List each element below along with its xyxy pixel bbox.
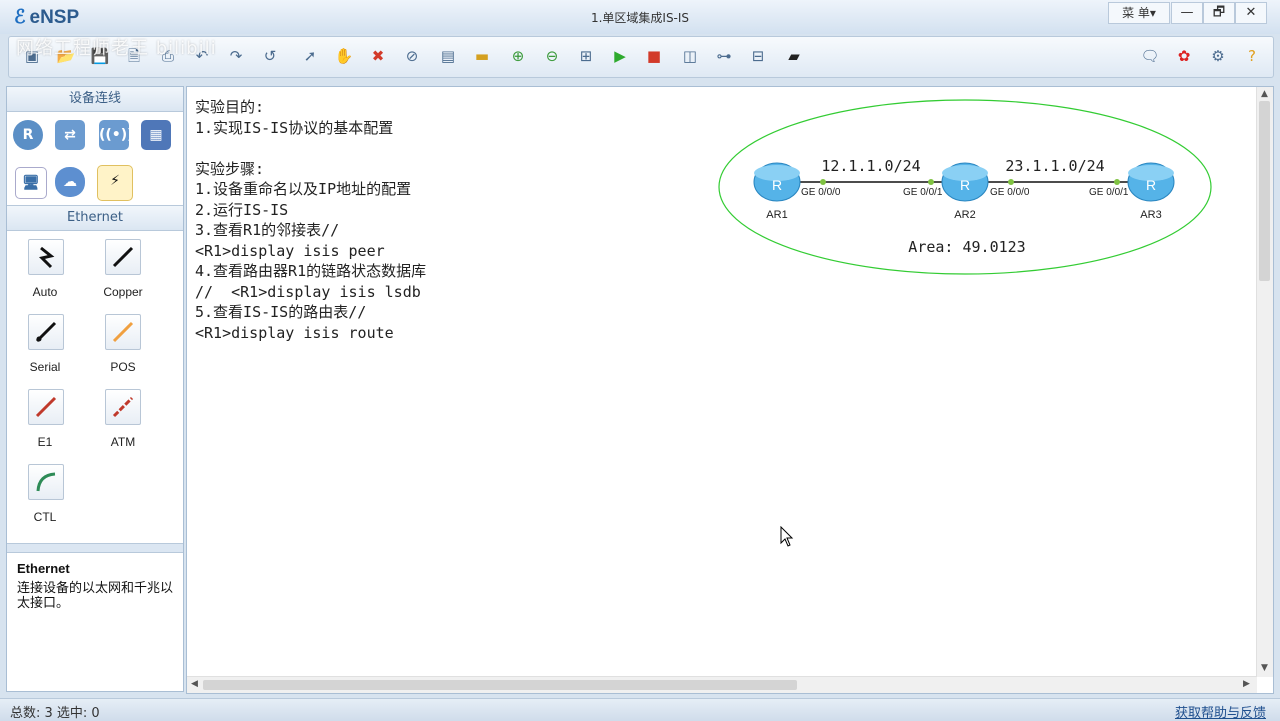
zoom-in-icon[interactable]: ⊕	[507, 45, 529, 67]
mouse-cursor-icon	[780, 526, 794, 547]
rectangle-icon[interactable]: ▬	[471, 45, 493, 67]
copper-cable-glyph	[112, 246, 134, 268]
ctl-cable-icon[interactable]	[28, 464, 64, 500]
text-icon[interactable]: ▤	[437, 45, 459, 67]
atm-cable-icon[interactable]	[105, 389, 141, 425]
copper-cable-icon[interactable]	[105, 239, 141, 275]
router-label-ar3: AR3	[1140, 209, 1161, 221]
menu-button[interactable]: 菜 单▾	[1108, 2, 1170, 24]
ethernet-header: Ethernet	[7, 205, 183, 231]
router-ar3[interactable]: R	[1127, 162, 1175, 202]
auto-cable-glyph	[39, 246, 55, 269]
delete-link-icon[interactable]: ⊘	[401, 45, 423, 67]
help-feedback-link[interactable]: 获取帮助与反馈	[1175, 702, 1266, 721]
e1-cable-glyph	[35, 396, 57, 418]
router-label-ar1: AR1	[766, 209, 787, 221]
subnet-label-2: 23.1.1.0/24	[1005, 157, 1104, 175]
topology-diagram: R R R AR1 AR2 AR3 12.1.1.0/24 23.1.1.0/2…	[718, 99, 1212, 275]
window-title: 1.单区域集成IS-IS	[590, 11, 690, 25]
grid-icon[interactable]: ⊟	[747, 45, 769, 67]
router-icon[interactable]: R	[13, 120, 43, 150]
pan-icon[interactable]: ✋	[333, 45, 355, 67]
scroll-up-icon[interactable]: ▲	[1261, 89, 1268, 99]
switch-icon[interactable]: ⇄	[55, 120, 85, 150]
port-dot	[820, 179, 826, 185]
help-icon[interactable]: ?	[1241, 45, 1263, 67]
settings-icon[interactable]: ⚙	[1207, 45, 1229, 67]
router-label-ar2: AR2	[954, 209, 975, 221]
topology-canvas[interactable]: 实验目的: 1.实现IS-IS协议的基本配置 实验步骤: 1.设备重命名以及IP地址…	[186, 86, 1274, 694]
redo-icon[interactable]: ↷	[225, 45, 247, 67]
scroll-left-icon[interactable]: ◀	[191, 679, 198, 689]
title-bar: ℰeNSP 1.单区域集成IS-IS 菜 单▾ — 🗗 ✕	[0, 0, 1280, 34]
firewall-icon[interactable]: ▦	[141, 120, 171, 150]
port-dot	[1114, 179, 1120, 185]
chat-icon[interactable]: 🗨	[1139, 45, 1161, 67]
port-label: GE 0/0/0	[990, 187, 1030, 198]
cable-label-atm: ATM	[110, 435, 136, 449]
port-dot	[928, 179, 934, 185]
cable-label-e1: E1	[37, 435, 53, 449]
scroll-down-icon[interactable]: ▼	[1261, 663, 1268, 673]
router-ar2[interactable]: R	[941, 162, 989, 202]
pos-cable-glyph	[112, 321, 134, 343]
port-label: GE 0/0/1	[903, 187, 943, 198]
pc-icon[interactable]: 🖥	[15, 167, 47, 199]
port-label: GE 0/0/0	[801, 187, 841, 198]
vertical-scrollbar[interactable]: ▲ ▼	[1256, 87, 1273, 677]
zoom-out-icon[interactable]: ⊖	[541, 45, 563, 67]
devices-header: 设备连线	[7, 87, 183, 112]
serial-cable-icon[interactable]	[28, 314, 64, 350]
atm-cable-glyph	[112, 396, 134, 418]
port-label: GE 0/0/1	[1089, 187, 1129, 198]
cable-label-auto: Auto	[32, 285, 58, 299]
auto-cable-icon[interactable]	[28, 239, 64, 275]
area-label: Area: 49.0123	[908, 238, 1025, 256]
scroll-right-icon[interactable]: ▶	[1243, 679, 1250, 689]
vertical-scroll-thumb[interactable]	[1259, 101, 1270, 281]
fit-icon[interactable]: ⊞	[575, 45, 597, 67]
serial-cable-glyph	[35, 321, 57, 343]
e1-cable-icon[interactable]	[28, 389, 64, 425]
stop-icon[interactable]: ■	[643, 45, 665, 67]
close-button[interactable]: ✕	[1235, 2, 1267, 24]
cable-label-ctl: CTL	[33, 510, 57, 524]
terminal-icon[interactable]: ▰	[783, 45, 805, 67]
cable-icon[interactable]: ⚡	[97, 165, 133, 201]
pos-cable-icon[interactable]	[105, 314, 141, 350]
wireless-icon[interactable]: ((•))	[99, 120, 134, 150]
capture-icon[interactable]: ◫	[679, 45, 701, 67]
subnet-label-1: 12.1.1.0/24	[821, 157, 920, 175]
left-panel: 设备连线 R ⇄ ((•)) ▦ 🖥 ☁ ⚡ Ethernet Auto Cop…	[6, 86, 184, 692]
router-glyph: R	[960, 177, 970, 193]
router-glyph: R	[1146, 177, 1156, 193]
router-glyph: R	[772, 177, 782, 193]
restore-button[interactable]: 🗗	[1203, 2, 1235, 24]
cable-label-serial: Serial	[29, 360, 61, 374]
start-icon[interactable]: ▶	[609, 45, 631, 67]
minimize-button[interactable]: —	[1171, 2, 1203, 24]
cable-label-pos: POS	[110, 360, 136, 374]
select-icon[interactable]: ➚	[299, 45, 321, 67]
description-title: Ethernet	[17, 561, 70, 576]
watermark: 网络工程师老王 bilibili	[16, 38, 217, 59]
status-counts: 总数: 3 选中: 0	[10, 706, 100, 721]
port-dot	[1008, 179, 1014, 185]
router-ar1[interactable]: R	[753, 162, 801, 202]
cloud-icon[interactable]: ☁	[55, 167, 85, 197]
description-text: 连接设备的以太网和千兆以太接口。	[17, 581, 174, 611]
panel-splitter[interactable]	[7, 543, 183, 553]
cable-label-copper: Copper	[103, 285, 143, 299]
undo-step-icon[interactable]: ↺	[259, 45, 281, 67]
delete-icon[interactable]: ✖	[367, 45, 389, 67]
horizontal-scroll-thumb[interactable]	[203, 680, 797, 690]
huawei-icon[interactable]: ✿	[1173, 45, 1195, 67]
ctl-cable-glyph	[36, 472, 56, 492]
topology-icon[interactable]: ⊶	[713, 45, 735, 67]
horizontal-scrollbar[interactable]: ◀ ▶	[187, 676, 1257, 693]
status-bar: 总数: 3 选中: 0 获取帮助与反馈	[0, 698, 1280, 721]
